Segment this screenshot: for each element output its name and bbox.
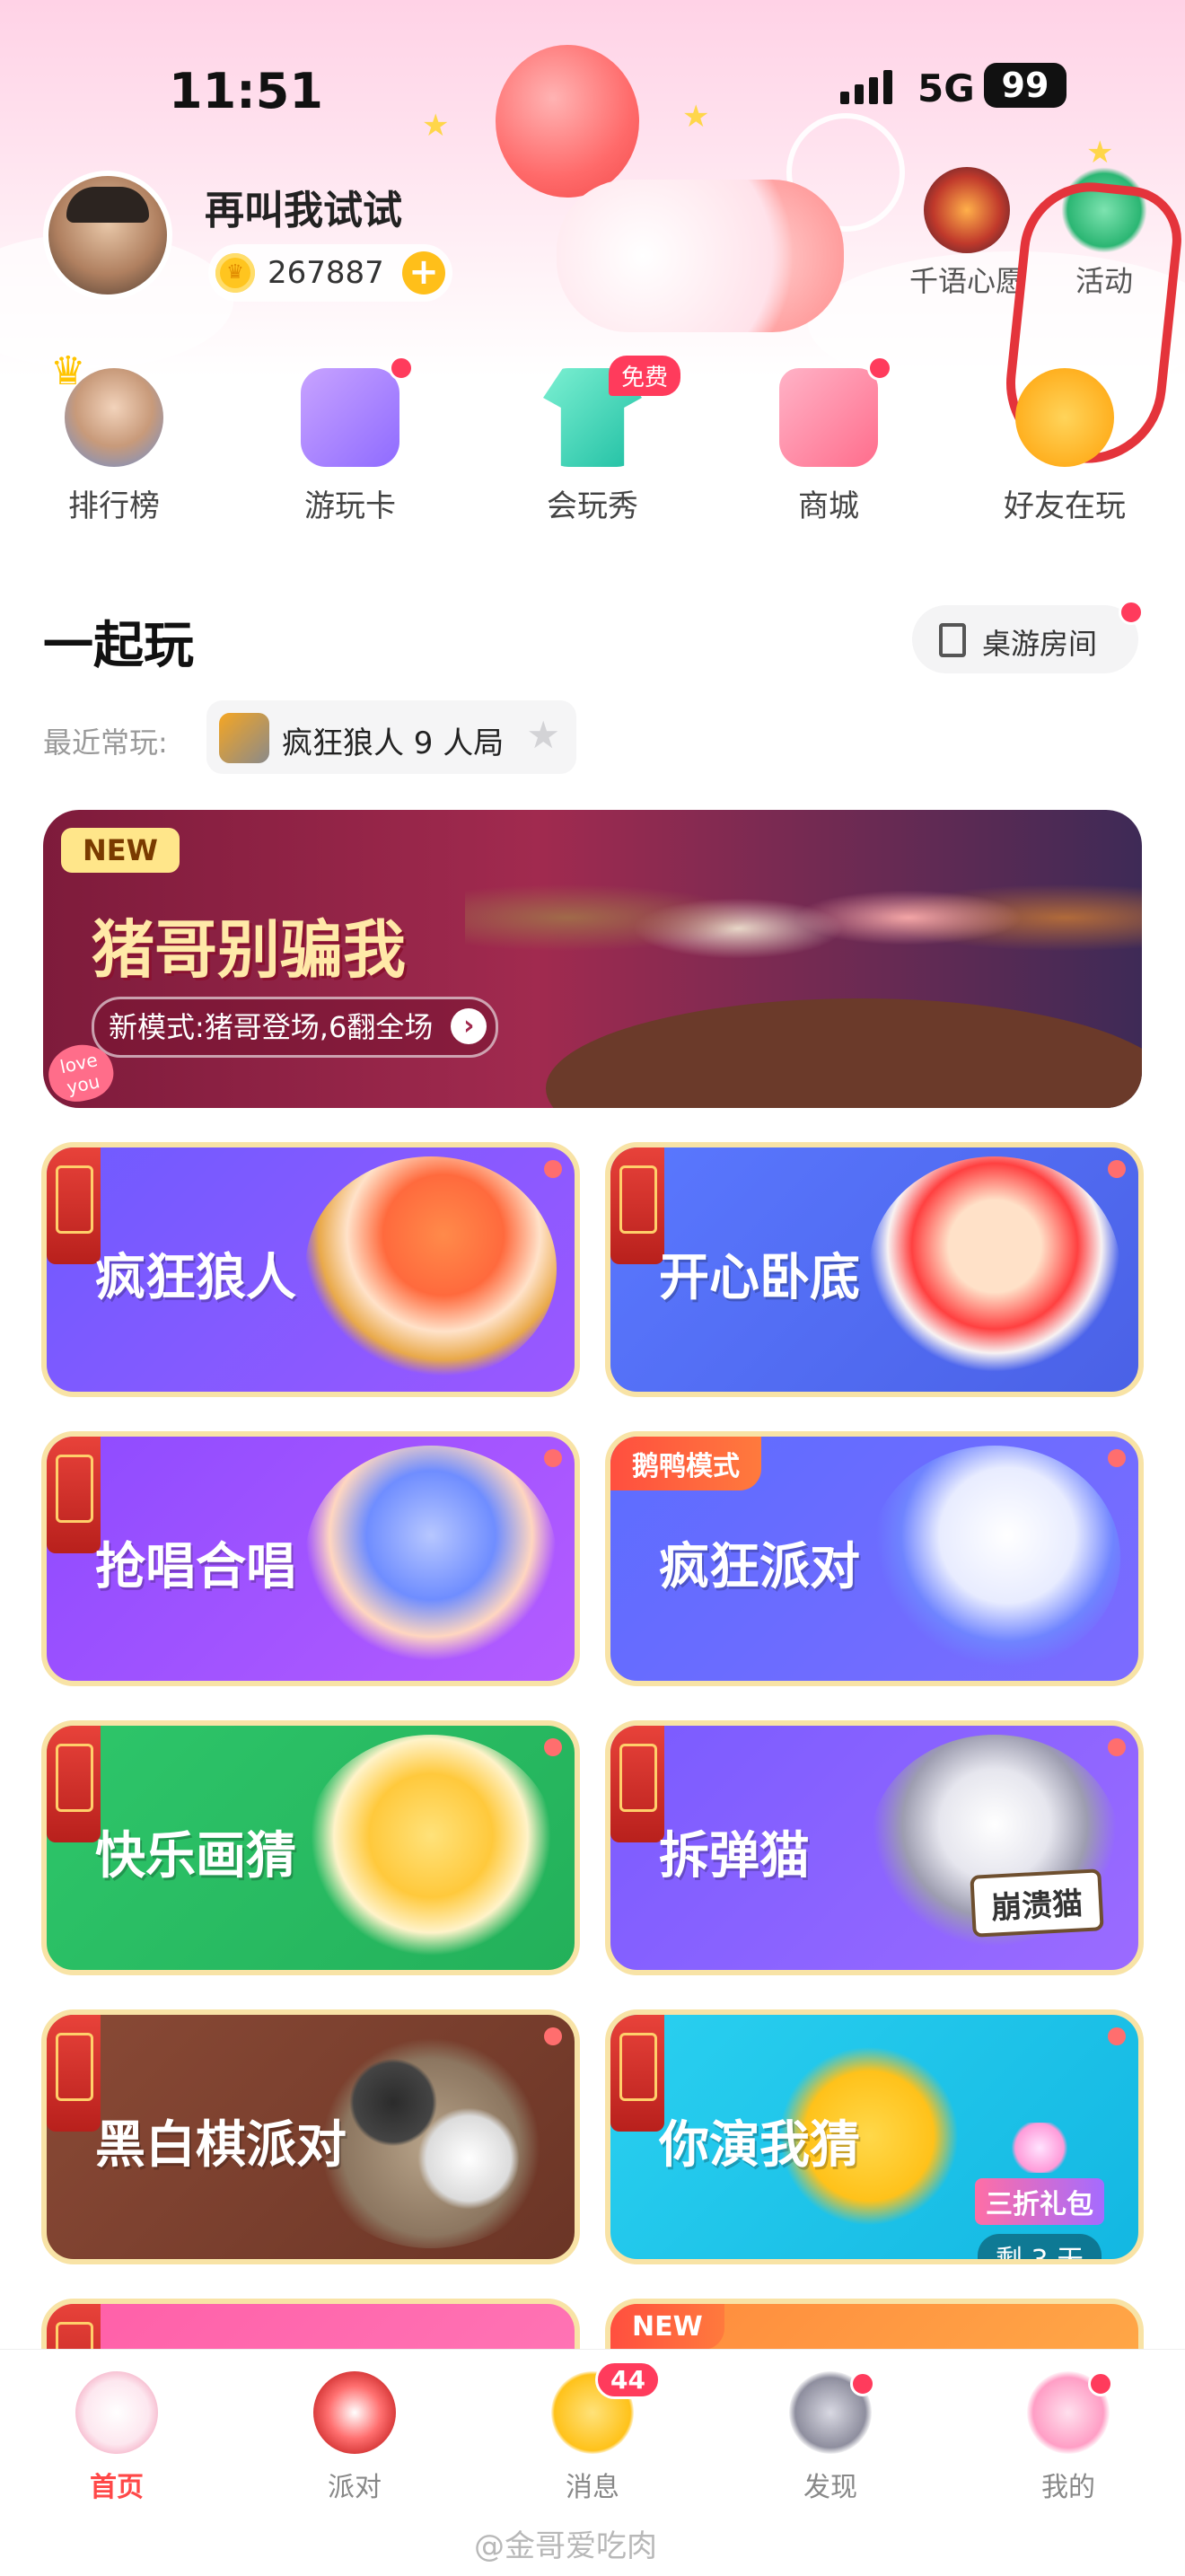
characters-illustration [465, 810, 1142, 1025]
dragon-icon [924, 167, 1010, 253]
username[interactable]: 再叫我试试 [205, 178, 402, 235]
tab-label: 消息 [566, 2472, 619, 2503]
promo-sale[interactable]: 三折礼包 剩 3 天 [950, 2123, 1129, 2259]
crown-coin-icon: ♛ [215, 253, 255, 293]
game-card-reversi[interactable]: 黑白棋派对 [41, 2009, 580, 2264]
promo-label: 三折礼包 [975, 2178, 1104, 2225]
werewolf-icon [219, 713, 269, 763]
astronaut-cat-illustration [869, 1446, 1120, 1670]
shopping-bag-icon [779, 356, 892, 467]
lion-dance-boy-illustration [869, 1156, 1120, 1381]
game-card-draw-guess[interactable]: 快乐画猜 [41, 1720, 580, 1975]
tab-label: 发现 [803, 2472, 857, 2503]
quick-entry-label: 商城 [798, 488, 859, 524]
game-title: 拆弹猫 [659, 1827, 810, 1886]
game-card-undercover[interactable]: 开心卧底 [605, 1142, 1144, 1397]
tab-discover[interactable]: 发现 [741, 2371, 920, 2504]
game-card-sing[interactable]: 抢唱合唱 [41, 1431, 580, 1686]
door-icon [939, 623, 966, 657]
game-card-bomb-cat[interactable]: 崩溃猫 拆弹猫 [605, 1720, 1144, 1975]
smile-face-icon [1015, 368, 1114, 467]
quick-entry-label: 好友在玩 [1004, 488, 1126, 524]
diamond-ring-icon [1008, 2123, 1071, 2173]
pencil-illustration [305, 1735, 557, 1959]
microphone-illustration [305, 1446, 557, 1670]
promo-banner[interactable]: NEW 猪哥别骗我 新模式:猪哥登场,6翻全场 › love you [43, 810, 1142, 1108]
signal-icon [840, 70, 892, 104]
pig-profile-icon [1027, 2371, 1113, 2454]
game-card-party[interactable]: 鹅鸭模式 疯狂派对 [605, 1431, 1144, 1686]
tab-messages[interactable]: 44 消息 [503, 2361, 682, 2504]
game-title: 黑白棋派对 [95, 2116, 347, 2175]
add-coins-button[interactable]: + [402, 251, 445, 295]
ranking-icon: ♛ [50, 348, 163, 467]
favorite-star-icon[interactable]: ★ [526, 713, 560, 757]
quick-entry-play-card[interactable]: 游玩卡 [260, 356, 440, 525]
banner-title: 猪哥别骗我 [92, 913, 406, 987]
tab-home[interactable]: 首页 [27, 2371, 206, 2504]
section-title: 一起玩 [43, 617, 194, 675]
chevron-right-icon: › [451, 1008, 487, 1044]
game-title: 抢唱合唱 [95, 1538, 296, 1596]
coin-value: 267887 [268, 255, 384, 291]
quick-entry-showcase[interactable]: 免费 会玩秀 [503, 356, 682, 525]
quick-entry-ranking[interactable]: ♛ 排行榜 [24, 348, 204, 525]
game-card-werewolf[interactable]: 疯狂狼人 [41, 1142, 580, 1397]
tab-label: 派对 [328, 2472, 382, 2503]
quick-entry-label: 游玩卡 [304, 488, 396, 524]
recent-label: 最近常玩: [43, 725, 168, 760]
quick-entry-label: 会玩秀 [547, 488, 638, 524]
room-button-label: 桌游房间 [982, 627, 1098, 661]
status-bar: 11:51 5G 99 [0, 56, 1185, 119]
recent-game-label: 疯狂狼人 9 人局 [282, 725, 505, 761]
game-title: 疯狂派对 [659, 1538, 860, 1596]
game-title: 疯狂狼人 [95, 1249, 296, 1307]
banner-subtitle-text: 新模式:猪哥登场,6翻全场 [109, 1010, 434, 1044]
game-title: 你演我猜 [659, 2116, 860, 2175]
quick-entry-friends-playing[interactable]: 好友在玩 [975, 368, 1154, 525]
mascot-illustration [557, 180, 844, 332]
free-tag: 免费 [609, 356, 681, 396]
wolf-discover-icon [789, 2371, 875, 2454]
party-mascot-icon [313, 2371, 396, 2454]
new-badge: NEW [61, 828, 180, 873]
game-title: 快乐画猜 [95, 1827, 296, 1886]
message-count-badge: 44 [595, 2361, 661, 2399]
banner-subtitle[interactable]: 新模式:猪哥登场,6翻全场 › [92, 997, 499, 1058]
chick-message-icon: 44 [551, 2361, 661, 2454]
wish-label: 千语心愿 [908, 264, 1024, 298]
tab-party[interactable]: 派对 [265, 2371, 444, 2504]
lucky-tag-icon [610, 1726, 664, 1842]
recent-game-chip[interactable]: 疯狂狼人 9 人局 ★ [206, 700, 576, 774]
lucky-tag-icon [47, 1147, 101, 1264]
battery-indicator: 99 [984, 63, 1066, 108]
sheep-home-icon [75, 2371, 158, 2454]
quick-entry-shop[interactable]: 商城 [739, 356, 918, 525]
game-title: 开心卧底 [659, 1249, 860, 1307]
promo-countdown: 剩 3 天 [977, 2234, 1102, 2259]
star-icon: ★ [1086, 135, 1114, 171]
mode-ribbon: 鹅鸭模式 [610, 1437, 761, 1490]
avatar[interactable] [43, 171, 172, 300]
game-card-act-guess[interactable]: 三折礼包 剩 3 天 你演我猜 [605, 2009, 1144, 2264]
art-label: 崩溃猫 [970, 1868, 1104, 1938]
quick-entry-label: 排行榜 [68, 488, 160, 524]
watermark: @金哥爱吃肉 [474, 2528, 657, 2564]
lucky-tag-icon [47, 1437, 101, 1553]
status-time: 11:51 [169, 63, 323, 119]
wish-button[interactable]: 千语心愿 [904, 167, 1030, 300]
tab-label: 我的 [1041, 2472, 1095, 2503]
girl-character-illustration [305, 1156, 557, 1381]
network-type: 5G [917, 66, 975, 110]
tab-profile[interactable]: 我的 [979, 2371, 1158, 2504]
tab-label: 首页 [90, 2472, 144, 2503]
play-card-icon [301, 356, 414, 467]
lucky-tag-icon [610, 2015, 664, 2132]
lucky-tag-icon [610, 1147, 664, 1264]
coin-balance[interactable]: ♛ 267887 + [208, 244, 452, 302]
new-ribbon: NEW [610, 2304, 724, 2350]
lucky-tag-icon [47, 1726, 101, 1842]
board-game-room-button[interactable]: 桌游房间 [912, 600, 1144, 673]
lucky-tag-icon [47, 2015, 101, 2132]
